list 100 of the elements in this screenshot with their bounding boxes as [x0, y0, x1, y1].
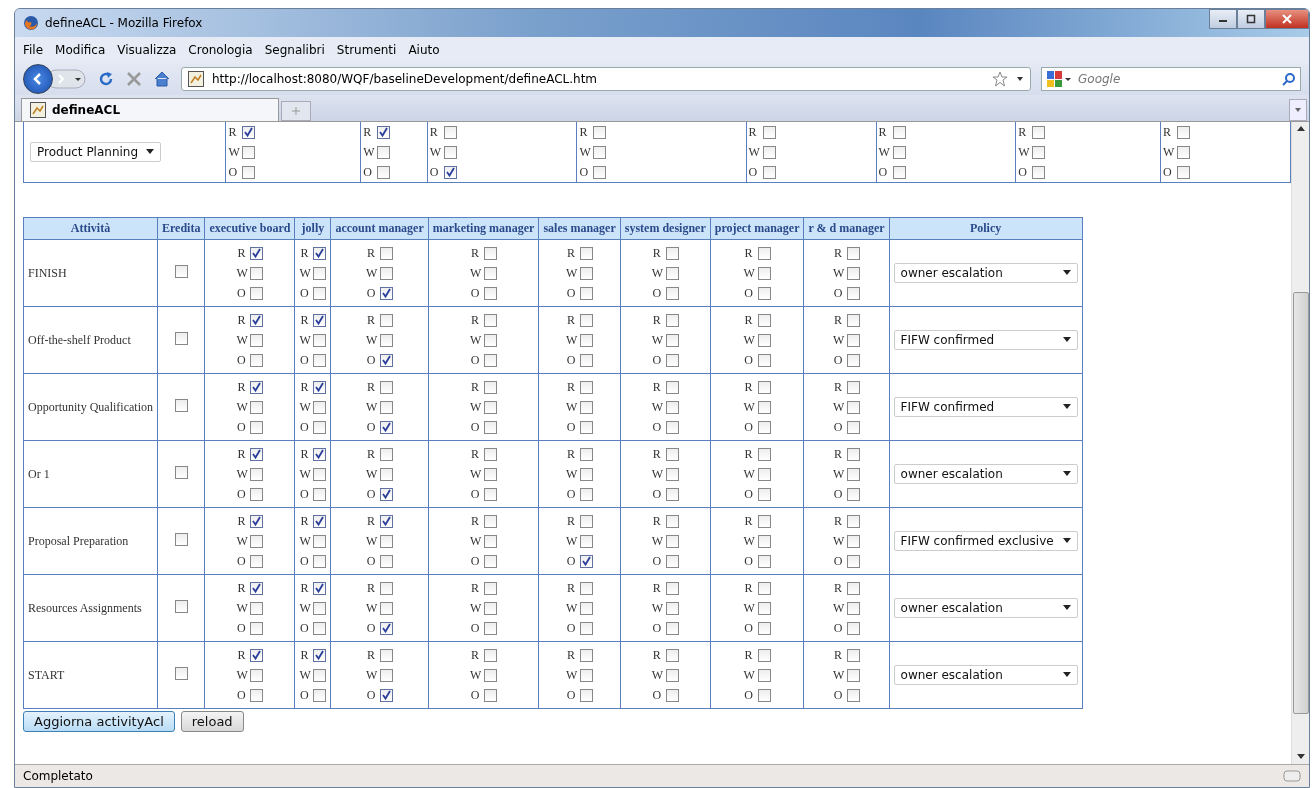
- search-field[interactable]: Google: [1041, 67, 1301, 91]
- checkbox[interactable]: [847, 447, 861, 461]
- checkbox[interactable]: [250, 621, 264, 635]
- checkbox[interactable]: [580, 333, 594, 347]
- checkbox[interactable]: [665, 621, 679, 635]
- checkbox[interactable]: [665, 353, 679, 367]
- checkbox[interactable]: [1177, 165, 1190, 179]
- browser-tab[interactable]: defineACL: [21, 98, 279, 121]
- policy-dropdown[interactable]: FIFW confirmed exclusive: [893, 531, 1078, 551]
- checkbox[interactable]: [847, 333, 861, 347]
- checkbox[interactable]: [757, 487, 771, 501]
- checkbox[interactable]: [443, 165, 457, 179]
- checkbox[interactable]: [665, 487, 679, 501]
- checkbox[interactable]: [665, 266, 679, 280]
- checkbox[interactable]: [380, 514, 394, 528]
- checkbox[interactable]: [380, 313, 394, 327]
- policy-dropdown[interactable]: FIFW confirmed: [893, 330, 1078, 350]
- checkbox[interactable]: [847, 246, 861, 260]
- checkbox[interactable]: [380, 601, 394, 615]
- checkbox[interactable]: [665, 514, 679, 528]
- checkbox[interactable]: [250, 286, 264, 300]
- checkbox[interactable]: [250, 467, 264, 481]
- form-button[interactable]: Aggiorna activityAcl: [23, 711, 175, 732]
- checkbox[interactable]: [380, 554, 394, 568]
- checkbox[interactable]: [757, 688, 771, 702]
- checkbox[interactable]: [847, 534, 861, 548]
- checkbox[interactable]: [847, 668, 861, 682]
- checkbox[interactable]: [250, 581, 264, 595]
- checkbox[interactable]: [580, 467, 594, 481]
- checkbox[interactable]: [665, 601, 679, 615]
- checkbox[interactable]: [757, 648, 771, 662]
- checkbox[interactable]: [580, 581, 594, 595]
- checkbox[interactable]: [174, 264, 188, 278]
- checkbox[interactable]: [484, 514, 498, 528]
- checkbox[interactable]: [892, 125, 906, 139]
- checkbox[interactable]: [380, 400, 394, 414]
- checkbox[interactable]: [892, 165, 906, 179]
- checkbox[interactable]: [380, 333, 394, 347]
- checkbox[interactable]: [484, 467, 498, 481]
- checkbox[interactable]: [665, 534, 679, 548]
- checkbox[interactable]: [1177, 125, 1190, 139]
- checkbox[interactable]: [250, 333, 264, 347]
- scrollbar[interactable]: [1291, 122, 1309, 764]
- checkbox[interactable]: [847, 581, 861, 595]
- checkbox[interactable]: [380, 648, 394, 662]
- checkbox[interactable]: [665, 554, 679, 568]
- checkbox[interactable]: [484, 668, 498, 682]
- maximize-button[interactable]: [1237, 9, 1265, 29]
- checkbox[interactable]: [847, 467, 861, 481]
- policy-dropdown[interactable]: owner escalation: [893, 598, 1078, 618]
- checkbox[interactable]: [580, 601, 594, 615]
- checkbox[interactable]: [757, 400, 771, 414]
- checkbox[interactable]: [250, 420, 264, 434]
- form-button[interactable]: reload: [180, 711, 244, 732]
- checkbox[interactable]: [380, 246, 394, 260]
- checkbox[interactable]: [580, 353, 594, 367]
- checkbox[interactable]: [313, 353, 327, 367]
- checkbox[interactable]: [250, 601, 264, 615]
- checkbox[interactable]: [250, 447, 264, 461]
- checkbox[interactable]: [665, 286, 679, 300]
- checkbox[interactable]: [380, 447, 394, 461]
- checkbox[interactable]: [847, 420, 861, 434]
- checkbox[interactable]: [484, 420, 498, 434]
- menu-item[interactable]: Cronologia: [188, 43, 253, 57]
- checkbox[interactable]: [847, 487, 861, 501]
- address-field[interactable]: http://localhost:8080/WQF/baselineDevelopment/defineACL.htm: [181, 67, 1031, 91]
- checkbox[interactable]: [380, 420, 394, 434]
- checkbox[interactable]: [174, 465, 188, 479]
- checkbox[interactable]: [250, 400, 264, 414]
- checkbox[interactable]: [593, 165, 607, 179]
- checkbox[interactable]: [580, 400, 594, 414]
- checkbox[interactable]: [380, 487, 394, 501]
- checkbox[interactable]: [580, 534, 594, 548]
- checkbox[interactable]: [250, 648, 264, 662]
- checkbox[interactable]: [313, 668, 327, 682]
- reload-icon[interactable]: [97, 70, 115, 88]
- checkbox[interactable]: [665, 648, 679, 662]
- checkbox[interactable]: [847, 514, 861, 528]
- star-icon[interactable]: [992, 71, 1008, 87]
- checkbox[interactable]: [484, 266, 498, 280]
- checkbox[interactable]: [847, 554, 861, 568]
- checkbox[interactable]: [580, 246, 594, 260]
- checkbox[interactable]: [313, 648, 327, 662]
- checkbox[interactable]: [757, 266, 771, 280]
- checkbox[interactable]: [250, 266, 264, 280]
- checkbox[interactable]: [242, 165, 256, 179]
- checkbox[interactable]: [313, 581, 327, 595]
- checkbox[interactable]: [757, 534, 771, 548]
- checkbox[interactable]: [313, 380, 327, 394]
- checkbox[interactable]: [757, 621, 771, 635]
- checkbox[interactable]: [580, 447, 594, 461]
- checkbox[interactable]: [250, 353, 264, 367]
- checkbox[interactable]: [380, 266, 394, 280]
- checkbox[interactable]: [313, 467, 327, 481]
- checkbox[interactable]: [484, 400, 498, 414]
- checkbox[interactable]: [484, 380, 498, 394]
- checkbox[interactable]: [484, 648, 498, 662]
- checkbox[interactable]: [847, 648, 861, 662]
- checkbox[interactable]: [757, 554, 771, 568]
- checkbox[interactable]: [313, 313, 327, 327]
